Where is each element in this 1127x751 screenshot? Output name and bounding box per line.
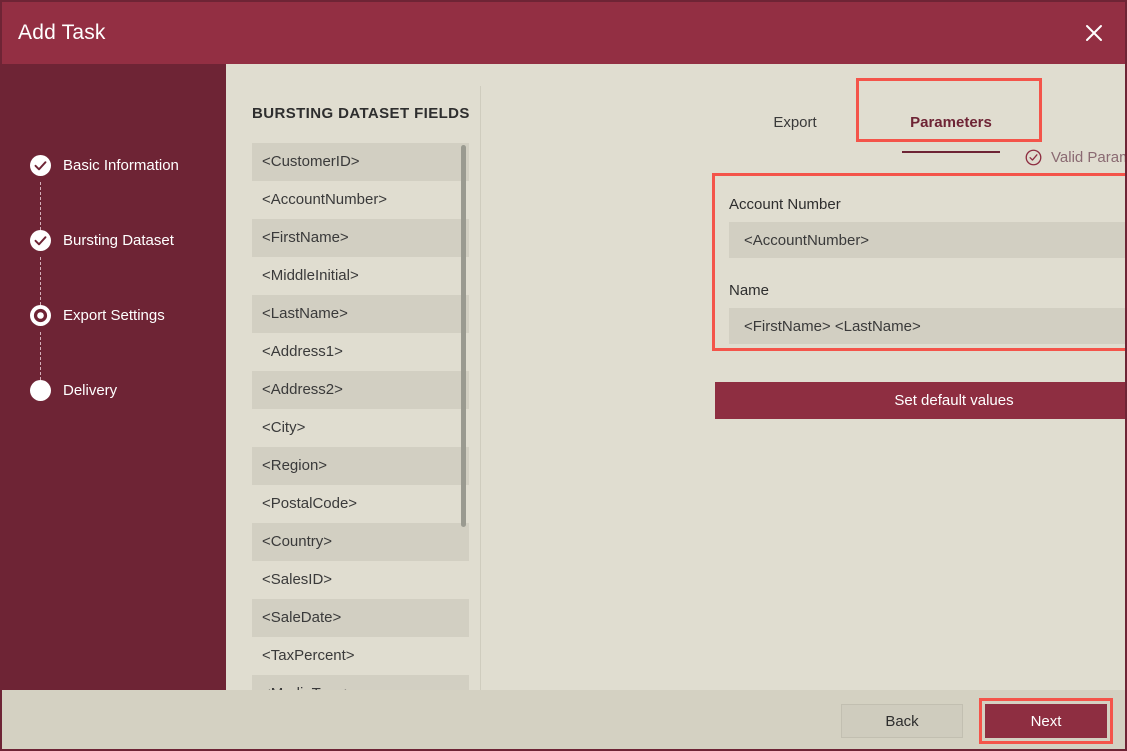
list-item[interactable]: <SaleDate> xyxy=(252,599,469,637)
export-settings-pane: Export Parameters Valid Parameters .vali… xyxy=(480,64,1125,690)
list-item[interactable]: <LastName> xyxy=(252,295,469,333)
sidebar-step-bursting-dataset[interactable]: Bursting Dataset xyxy=(29,227,174,253)
list-item[interactable]: <Address2> xyxy=(252,371,469,409)
parameter-value: <AccountNumber> xyxy=(744,232,869,249)
list-item[interactable]: <TaxPercent> xyxy=(252,637,469,675)
list-item[interactable]: <Country> xyxy=(252,523,469,561)
page-title: Add Task xyxy=(18,21,106,45)
parameter-label-account-number: Account Number xyxy=(729,196,1127,213)
sidebar-step-basic-information[interactable]: Basic Information xyxy=(29,152,179,178)
set-default-values-button[interactable]: Set default values xyxy=(715,382,1127,419)
next-button[interactable]: Next xyxy=(985,704,1107,738)
list-item[interactable]: <MediaType> xyxy=(252,675,469,690)
parameter-label-name: Name xyxy=(729,282,1127,299)
list-item[interactable]: <Region> xyxy=(252,447,469,485)
step-connector xyxy=(40,332,41,380)
radio-selected-icon xyxy=(29,304,52,327)
step-connector xyxy=(40,182,41,230)
sidebar-step-delivery[interactable]: Delivery xyxy=(29,377,117,403)
sidebar-step-export-settings[interactable]: Export Settings xyxy=(29,302,165,328)
active-tab-underline xyxy=(902,151,1000,153)
parameter-select-name[interactable]: <FirstName> <LastName> xyxy=(729,308,1127,344)
tab-parameters[interactable]: Parameters xyxy=(858,94,1044,150)
sidebar-step-label: Delivery xyxy=(63,382,117,399)
check-circle-icon xyxy=(29,229,52,252)
sidebar-step-label: Basic Information xyxy=(63,157,179,174)
list-item[interactable]: <MiddleInitial> xyxy=(252,257,469,295)
content-area: BURSTING DATASET FIELDS <CustomerID> <Ac… xyxy=(226,64,1125,690)
add-task-dialog: Add Task Basic Information xyxy=(0,0,1127,751)
tab-export[interactable]: Export xyxy=(750,94,840,150)
close-button[interactable] xyxy=(1071,10,1117,56)
check-circle-icon xyxy=(1025,149,1042,166)
fields-panel-title: BURSTING DATASET FIELDS xyxy=(252,105,470,122)
sidebar-step-label: Export Settings xyxy=(63,307,165,324)
check-circle-icon xyxy=(29,154,52,177)
status-badge-label: Valid Parameters xyxy=(1051,149,1127,166)
dialog-footer: Back Next xyxy=(2,690,1125,749)
scrollbar-thumb[interactable] xyxy=(461,145,466,527)
circle-icon xyxy=(29,379,52,402)
title-bar: Add Task xyxy=(2,2,1125,64)
close-icon xyxy=(1085,24,1103,42)
parameters-panel: Account Number <AccountNumber> Name <Fir… xyxy=(715,176,1127,348)
list-item[interactable]: <AccountNumber> xyxy=(252,181,469,219)
parameter-value: <FirstName> <LastName> xyxy=(744,318,921,335)
fields-list-scrollbar[interactable] xyxy=(460,143,466,690)
back-button[interactable]: Back xyxy=(841,704,963,738)
list-item[interactable]: <Address1> xyxy=(252,333,469,371)
list-item[interactable]: <PostalCode> xyxy=(252,485,469,523)
step-connector xyxy=(40,257,41,305)
fields-list[interactable]: <CustomerID> <AccountNumber> <FirstName>… xyxy=(252,143,469,690)
bursting-dataset-fields-panel: BURSTING DATASET FIELDS <CustomerID> <Ac… xyxy=(226,64,480,690)
sidebar-step-label: Bursting Dataset xyxy=(63,232,174,249)
list-item[interactable]: <CustomerID> xyxy=(252,143,469,181)
list-item[interactable]: <FirstName> xyxy=(252,219,469,257)
list-item[interactable]: <City> xyxy=(252,409,469,447)
status-badge: Valid Parameters .valid-row span{font-si… xyxy=(1025,149,1127,166)
parameter-select-account-number[interactable]: <AccountNumber> xyxy=(729,222,1127,258)
tab-bar: Export Parameters xyxy=(480,94,1125,150)
wizard-sidebar: Basic Information Bursting Dataset xyxy=(2,64,226,690)
step-list: Basic Information Bursting Dataset xyxy=(2,64,226,690)
list-item[interactable]: <SalesID> xyxy=(252,561,469,599)
